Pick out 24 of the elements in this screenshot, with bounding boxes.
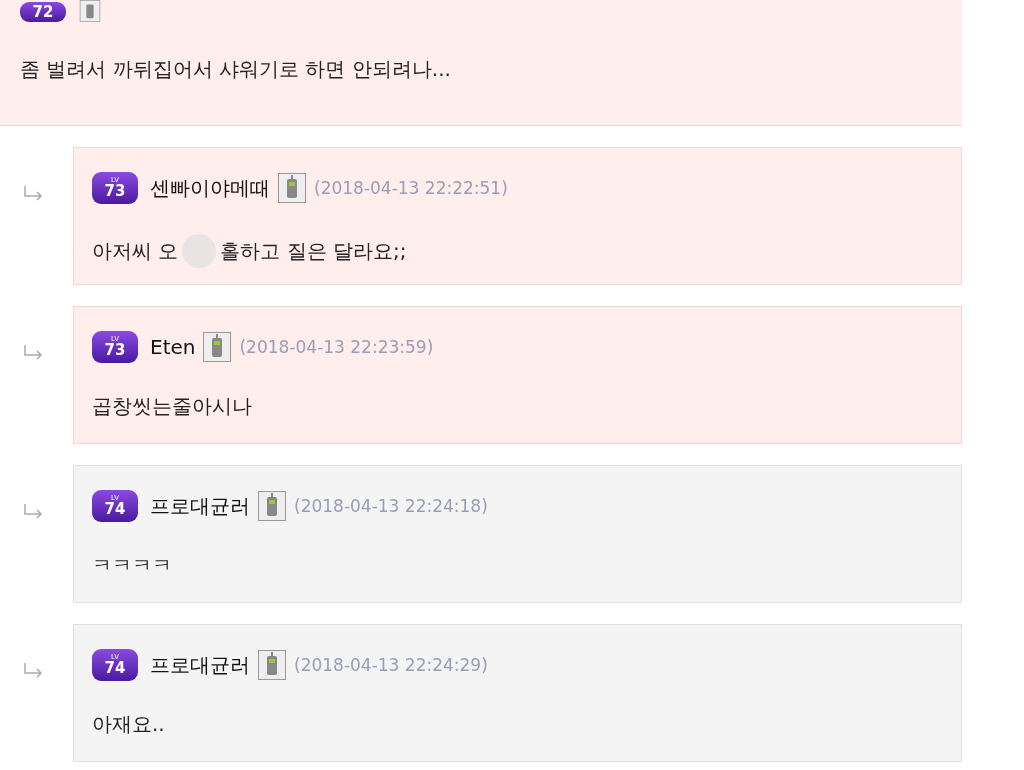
comment-text: ㅋㅋㅋㅋ — [92, 552, 172, 579]
phone-icon — [278, 173, 306, 203]
phone-icon — [203, 332, 232, 362]
phone-icon — [76, 0, 104, 22]
author-name[interactable]: Eten — [150, 335, 196, 359]
phone-icon — [258, 491, 286, 521]
comment-text: 아저씨 오 — [92, 237, 179, 265]
comment-date: (2018-04-13 22:23:59) — [239, 337, 434, 357]
comment-text: 아재요.. — [92, 711, 165, 738]
reply-arrow-icon — [22, 344, 44, 360]
comment-date: (2018-04-13 22:24:29) — [294, 655, 488, 675]
reply-arrow-icon — [22, 185, 44, 201]
comment-text: 홀하고 질은 달라요;; — [220, 237, 407, 265]
comment-date: (2018-04-13 22:24:18) — [294, 496, 488, 516]
phone-icon — [258, 650, 286, 680]
author-name[interactable]: 프로대균러 — [150, 492, 250, 520]
comment-text: 좀 벌려서 까뒤집어서 샤워기로 하면 안되려나... — [20, 56, 452, 83]
level-badge: 72 — [20, 2, 66, 22]
author-name[interactable]: 센빠이야메때 — [150, 174, 270, 202]
author-name[interactable]: 프로대균러 — [150, 651, 250, 679]
comment-date: (2018-04-13 22:22:51) — [314, 178, 508, 198]
comment-text: 곱창씻는줄아시나 — [92, 393, 252, 420]
reply-arrow-icon — [22, 503, 44, 519]
reply-arrow-icon — [22, 662, 44, 678]
